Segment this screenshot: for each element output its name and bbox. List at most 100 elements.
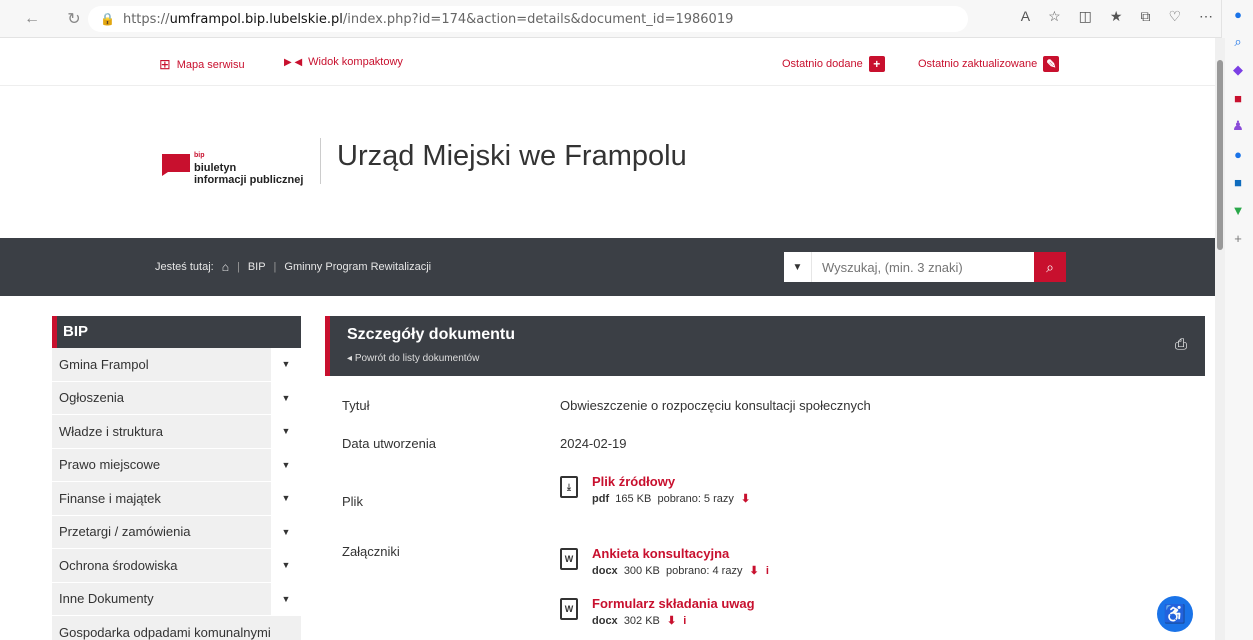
sidebar-item[interactable]: Gospodarka odpadami komunalnymi [52, 616, 301, 640]
page-scrollbar[interactable] [1215, 38, 1225, 640]
search-scope-dropdown[interactable]: ▼ [784, 252, 812, 282]
copilot-icon[interactable]: ● [1222, 0, 1253, 28]
logo-bip: bip [194, 152, 205, 159]
accessibility-icon[interactable]: ♿ [1157, 596, 1193, 632]
search-input[interactable] [812, 252, 1034, 282]
document-details: Szczegóły dokumentu ◂ Powrót do listy do… [325, 316, 1205, 627]
sitemap-link[interactable]: ⊞ Mapa serwisu [159, 56, 245, 73]
sidebar-item[interactable]: Inne Dokumenty ▼ [52, 582, 301, 616]
sitemap-icon: ⊞ [159, 56, 171, 72]
download-icon[interactable]: ⬇ [750, 565, 759, 577]
file-size: 165 KB [615, 493, 652, 505]
breadcrumb-bar: Jesteś tutaj: ⌂ | BIP | Gminny Program R… [0, 238, 1215, 296]
site-header: bip biuletyn informacji publicznej Urząd… [0, 86, 1215, 238]
refresh-icon[interactable]: ↻ [60, 5, 88, 33]
recent-added-link[interactable]: Ostatnio dodane + [782, 56, 885, 72]
sidebar-item-label: Inne Dokumenty [59, 591, 154, 607]
sidebar-item-label: Przetargi / zamówienia [59, 524, 191, 540]
sidebar-item-label: Finanse i majątek [59, 490, 161, 506]
sidebar-item[interactable]: Władze i struktura ▼ [52, 415, 301, 449]
back-to-list-label: Powrót do listy dokumentów [354, 353, 480, 364]
bip-logo-text: bip biuletyn informacji publicznej [194, 150, 303, 186]
word-file-icon: W [560, 548, 578, 570]
arrows-icon: ▶ ◀ [284, 56, 303, 68]
tools-icon[interactable]: ■ [1222, 84, 1253, 112]
chevron-down-icon[interactable]: ▼ [271, 381, 301, 414]
chevron-down-icon[interactable]: ▼ [271, 482, 301, 515]
breadcrumb-current[interactable]: Gminny Program Rewitalizacji [284, 261, 431, 273]
breadcrumb-prefix: Jesteś tutaj: [155, 261, 214, 273]
chevron-down-icon[interactable]: ▼ [271, 515, 301, 548]
download-count: pobrano: 4 razy [666, 565, 743, 577]
recent-added-label: Ostatnio dodane [782, 58, 863, 70]
attachment-meta: docx 302 KB ⬇ i [592, 614, 755, 627]
download-icon[interactable]: ⬇ [667, 615, 676, 627]
sidebar-item-label: Ogłoszenia [59, 390, 125, 406]
document-heading: Szczegóły dokumentu [347, 326, 516, 343]
back-to-list-link[interactable]: ◂ Powrót do listy dokumentów [347, 353, 479, 364]
attachment-meta: docx 300 KB pobrano: 4 razy ⬇ i [592, 564, 769, 577]
document-header: Szczegóły dokumentu ◂ Powrót do listy do… [325, 316, 1205, 376]
chevron-down-icon[interactable]: ▼ [271, 448, 301, 481]
breadcrumb-separator: | [273, 261, 277, 273]
home-icon[interactable]: ⌂ [222, 260, 229, 274]
favorite-icon[interactable]: ☆ [1048, 8, 1061, 25]
sidebar-item-label: Ochrona środowiska [59, 557, 178, 573]
info-icon[interactable]: i [683, 615, 686, 627]
sidebar-item-label: Prawo miejscowe [59, 457, 161, 473]
extensions-icon[interactable]: ♡ [1168, 8, 1181, 25]
browser-toolbar: ← ↻ 🔒 https://umframpol.bip.lubelskie.pl… [0, 0, 1253, 38]
shopping-icon[interactable]: ◆ [1222, 56, 1253, 84]
chevron-down-icon[interactable]: ▼ [271, 582, 301, 615]
breadcrumb-separator: | [236, 261, 240, 273]
sidebar-item[interactable]: Finanse i majątek ▼ [52, 482, 301, 516]
microsoft365-icon[interactable]: ● [1222, 140, 1253, 168]
drop-icon[interactable]: ▼ [1222, 196, 1253, 224]
search-icon[interactable]: ⌕ [1222, 28, 1253, 56]
more-icon[interactable]: ⋯ [1199, 8, 1213, 25]
file-size: 300 KB [623, 565, 660, 577]
split-screen-icon[interactable]: ◫ [1079, 8, 1092, 25]
scrollbar-thumb[interactable] [1217, 60, 1223, 250]
info-icon[interactable]: i [766, 565, 769, 577]
collections-icon[interactable]: ⧉ [1140, 8, 1150, 25]
sidebar-item[interactable]: Ochrona środowiska ▼ [52, 549, 301, 583]
recent-updated-link[interactable]: Ostatnio zaktualizowane ✎ [918, 56, 1060, 72]
breadcrumb-bip[interactable]: BIP [248, 261, 266, 273]
search-icon: ⌕ [1046, 258, 1054, 275]
edge-sidebar: ● ⌕ ◆ ■ ♟ ● ■ ▼ + [1221, 0, 1253, 640]
attachment-item: W Ankieta konsultacyjna docx 300 KB pobr… [560, 546, 769, 577]
search-button[interactable]: ⌕ [1034, 252, 1066, 282]
sidebar-item[interactable]: Przetargi / zamówienia ▼ [52, 515, 301, 549]
read-aloud-icon[interactable]: A [1021, 8, 1030, 25]
print-icon[interactable]: ⎙ [1175, 336, 1187, 353]
recent-updated-label: Ostatnio zaktualizowane [918, 58, 1038, 70]
lock-icon: 🔒 [100, 12, 115, 26]
pdf-file-icon: ⤓ [560, 476, 578, 498]
sidebar-item[interactable]: Gmina Frampol ▼ [52, 348, 301, 382]
back-icon[interactable]: ← [18, 5, 46, 33]
compact-view-link[interactable]: ▶ ◀ Widok kompaktowy [284, 56, 403, 68]
attachment-link[interactable]: Ankieta konsultacyjna [592, 546, 769, 561]
chevron-down-icon[interactable]: ▼ [271, 549, 301, 582]
sidebar-item[interactable]: Prawo miejscowe ▼ [52, 448, 301, 482]
chevron-down-icon[interactable]: ▼ [271, 348, 301, 381]
sidebar-menu: BIP Gmina Frampol ▼ Ogłoszenia ▼ Władze i … [52, 316, 301, 640]
source-file-link[interactable]: Plik źródłowy [592, 474, 750, 489]
favorites-icon[interactable]: ★ [1110, 8, 1123, 25]
file-ext: docx [592, 615, 618, 627]
title-value: Obwieszczenie o rozpoczęciu konsultacji … [560, 398, 871, 413]
download-icon[interactable]: ⬇ [741, 493, 750, 505]
sidebar-item-label: Władze i struktura [59, 423, 164, 439]
site-title[interactable]: Urząd Miejski we Frampolu [337, 140, 687, 173]
add-icon[interactable]: + [1222, 224, 1253, 252]
attachment-link[interactable]: Formularz składania uwag [592, 596, 755, 611]
url-path: /index.php?id=174&action=details&documen… [342, 11, 734, 27]
chevron-down-icon[interactable]: ▼ [271, 415, 301, 448]
games-icon[interactable]: ♟ [1222, 112, 1253, 140]
sidebar-item[interactable]: Ogłoszenia ▼ [52, 381, 301, 415]
outlook-icon[interactable]: ■ [1222, 168, 1253, 196]
date-value: 2024-02-19 [560, 436, 627, 451]
bip-logo[interactable]: bip biuletyn informacji publicznej [162, 150, 303, 186]
address-bar[interactable]: 🔒 https://umframpol.bip.lubelskie.pl/ind… [88, 6, 968, 32]
